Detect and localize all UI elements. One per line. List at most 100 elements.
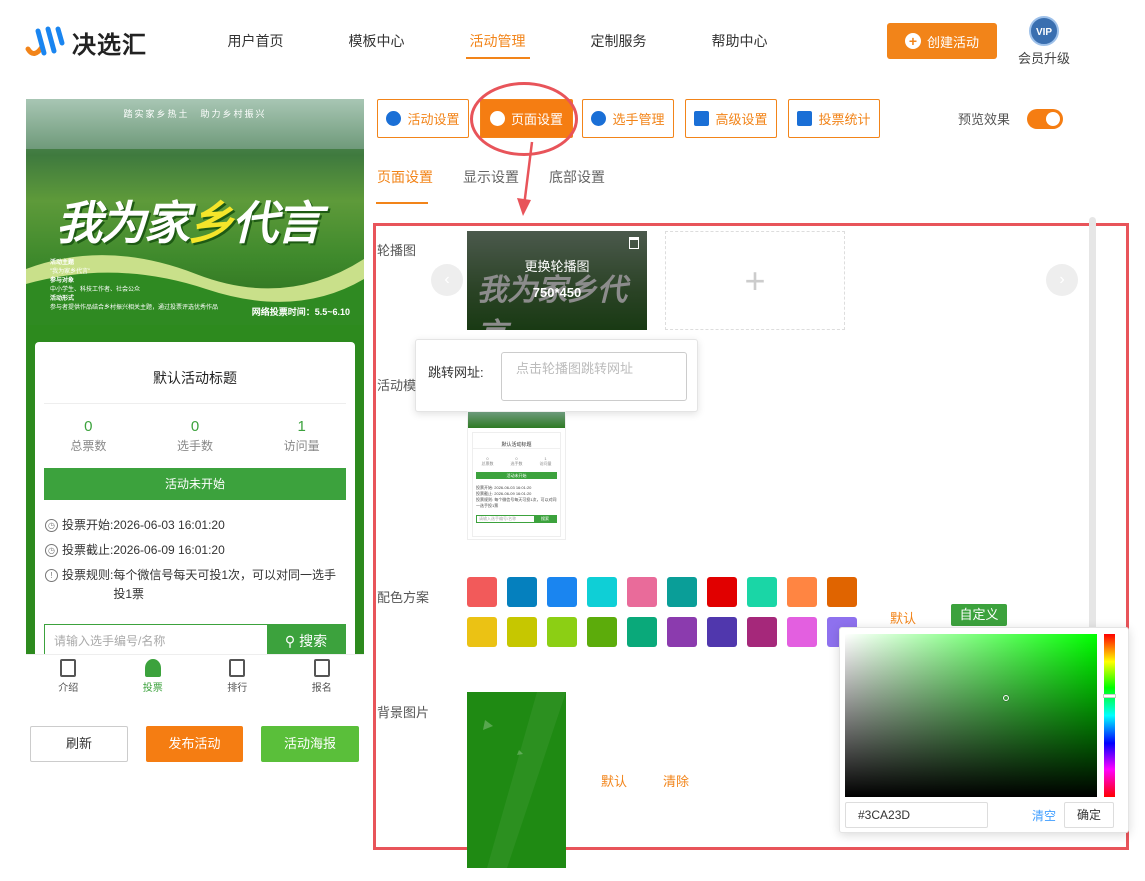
subtab-display-settings[interactable]: 显示设置 bbox=[463, 167, 519, 187]
plus-circle-icon: + bbox=[904, 33, 921, 49]
tab-vote[interactable]: 投票 bbox=[111, 655, 196, 700]
brand-logo[interactable]: 决选汇 bbox=[24, 22, 147, 62]
bar-chart-icon bbox=[229, 659, 246, 677]
carousel-prev-button[interactable]: ‹ bbox=[431, 264, 463, 296]
nav-activity-management[interactable]: 活动管理 bbox=[437, 26, 558, 59]
color-swatch-15[interactable] bbox=[627, 617, 657, 647]
publish-activity-button[interactable]: 发布活动 bbox=[146, 726, 243, 762]
carousel-next-button[interactable]: › bbox=[1046, 264, 1078, 296]
thumb-card: 默认活动标题 0 总票数 0 选手数 1 访问量 活动未开始 投票开始: 2026-0… bbox=[472, 432, 561, 537]
saturation-value-panel[interactable] bbox=[845, 634, 1097, 797]
tab-contestant-management[interactable]: 选手管理 bbox=[582, 99, 674, 138]
picker-clear-button[interactable]: 清空 bbox=[1032, 807, 1056, 824]
carousel-size-text: 750*450 bbox=[532, 285, 582, 300]
background-default-button[interactable]: 默认 bbox=[601, 771, 627, 790]
color-custom-button[interactable]: 自定义 bbox=[951, 604, 1007, 626]
tab-signup[interactable]: 报名 bbox=[280, 655, 365, 700]
change-carousel-text[interactable]: 更换轮播图 bbox=[467, 256, 647, 275]
color-picker: #3CA23D 清空 确定 bbox=[839, 627, 1129, 833]
search-input[interactable]: 请输入选手编号/名称 bbox=[45, 625, 267, 654]
banner-title: 我为家乡代言 bbox=[56, 197, 322, 249]
color-swatch-18[interactable] bbox=[747, 617, 777, 647]
activity-status-button[interactable]: 活动未开始 bbox=[44, 468, 346, 500]
background-image-preview[interactable] bbox=[467, 692, 566, 868]
trash-icon[interactable] bbox=[629, 237, 639, 249]
mobile-tabbar: 介绍 投票 排行 报名 bbox=[26, 654, 364, 700]
thumb-search-placeholder: 请输入选手编号/名称 bbox=[479, 516, 517, 521]
picker-confirm-button[interactable]: 确定 bbox=[1064, 802, 1114, 828]
thumb-stat-contestants: 0 选手数 bbox=[510, 456, 523, 466]
color-swatch-4[interactable] bbox=[587, 577, 617, 607]
activity-poster-button[interactable]: 活动海报 bbox=[261, 726, 359, 762]
hue-thumb[interactable] bbox=[1103, 694, 1116, 698]
create-activity-button[interactable]: + 创建活动 bbox=[887, 23, 997, 59]
color-swatch-9[interactable] bbox=[787, 577, 817, 607]
thumb-vote-info: 投票开始: 2026-06-03 16:01:20 投票截止: 2026-06-… bbox=[476, 485, 557, 509]
template-thumbnail[interactable]: 默认活动标题 0 总票数 0 选手数 1 访问量 活动未开始 投票开始: 2026-0… bbox=[467, 411, 566, 540]
hue-slider[interactable] bbox=[1103, 634, 1116, 797]
color-swatch-17[interactable] bbox=[707, 617, 737, 647]
tab-intro[interactable]: 介绍 bbox=[26, 655, 111, 700]
tab-activity-settings[interactable]: 活动设置 bbox=[377, 99, 469, 138]
nav-help[interactable]: 帮助中心 bbox=[679, 26, 800, 59]
vip-icon: VIP bbox=[1029, 16, 1059, 46]
thumb-status-bar: 活动未开始 bbox=[476, 472, 557, 479]
thumb-stats: 0 总票数 0 选手数 1 访问量 bbox=[473, 456, 560, 467]
banner-vote-time: 网络投票时间：5.5~6.10 bbox=[251, 307, 350, 317]
add-carousel-button[interactable]: + bbox=[665, 231, 845, 330]
color-swatch-8[interactable] bbox=[747, 577, 777, 607]
color-swatch-6[interactable] bbox=[667, 577, 697, 607]
activity-title: 默认活动标题 bbox=[44, 342, 346, 404]
background-image-label: 背景图片 bbox=[377, 705, 430, 720]
color-swatch-1[interactable] bbox=[467, 577, 497, 607]
tab-ranking[interactable]: 排行 bbox=[195, 655, 280, 700]
settings-scrollbar[interactable] bbox=[1089, 217, 1096, 637]
color-swatch-14[interactable] bbox=[587, 617, 617, 647]
tab-advanced-settings[interactable]: 高级设置 bbox=[685, 99, 777, 138]
search-button[interactable]: ⚲ 搜索 bbox=[267, 625, 345, 654]
nav-custom-service[interactable]: 定制服务 bbox=[558, 26, 679, 59]
color-swatch-7[interactable] bbox=[707, 577, 737, 607]
color-default-button[interactable]: 默认 bbox=[890, 608, 916, 627]
hex-input[interactable]: #3CA23D bbox=[845, 802, 988, 828]
vip-upgrade[interactable]: VIP 会员升级 bbox=[1013, 16, 1075, 67]
carousel-image[interactable]: 我为家乡代言 更换轮播图 750*450 bbox=[467, 231, 647, 330]
tab-vote-statistics[interactable]: 投票统计 bbox=[788, 99, 880, 138]
info-icon: ! bbox=[45, 569, 58, 582]
bar-chart-icon bbox=[797, 111, 813, 126]
subtab-footer-settings[interactable]: 底部设置 bbox=[549, 167, 605, 187]
nav-templates[interactable]: 模板中心 bbox=[316, 26, 437, 59]
color-swatch-16[interactable] bbox=[667, 617, 697, 647]
nav-home[interactable]: 用户首页 bbox=[195, 26, 316, 59]
subtab-page-settings[interactable]: 页面设置 bbox=[377, 167, 433, 187]
color-swatch-12[interactable] bbox=[507, 617, 537, 647]
banner-info: 活动主题 "我为家乡代言" 参与对象 中小学生、科技工作者、社会公众 活动形式 … bbox=[50, 260, 219, 311]
color-swatch-11[interactable] bbox=[467, 617, 497, 647]
plus-icon: + bbox=[744, 259, 766, 301]
activity-card: 默认活动标题 0 总票数 0 选手数 1 访问量 活动未开始 ◷ 投票开始: 2026-0… bbox=[35, 342, 355, 654]
preview-toggle[interactable] bbox=[1027, 109, 1063, 129]
color-swatch-13[interactable] bbox=[547, 617, 577, 647]
stat-contestants: 0 选手数 bbox=[177, 418, 214, 453]
color-swatches bbox=[467, 577, 857, 647]
color-swatch-10[interactable] bbox=[827, 577, 857, 607]
color-swatch-5[interactable] bbox=[627, 577, 657, 607]
activity-stats: 0 总票数 0 选手数 1 访问量 bbox=[35, 404, 355, 454]
jump-url-popover: 跳转网址: 点击轮播图跳转网址 bbox=[415, 339, 698, 412]
refresh-button[interactable]: 刷新 bbox=[30, 726, 128, 762]
jump-url-input[interactable]: 点击轮播图跳转网址 bbox=[501, 352, 687, 401]
thumb-stat-total-votes: 0 总票数 bbox=[481, 456, 494, 466]
jump-url-label: 跳转网址: bbox=[428, 365, 484, 380]
color-swatch-3[interactable] bbox=[547, 577, 577, 607]
thumb-search: 请输入选手编号/名称 搜索 bbox=[476, 515, 557, 523]
settings-list-icon bbox=[694, 111, 710, 126]
vote-rule-row: ! 投票规则: 每个微信号每天可投1次，可以对同一选手投1票 bbox=[45, 566, 345, 604]
thumb-stat-visits: 1 访问量 bbox=[539, 456, 552, 466]
subtab-underline bbox=[376, 202, 428, 204]
contestant-search: 请输入选手编号/名称 ⚲ 搜索 bbox=[44, 624, 346, 654]
color-swatch-19[interactable] bbox=[787, 617, 817, 647]
background-clear-button[interactable]: 清除 bbox=[663, 771, 689, 790]
thumb-search-button: 搜索 bbox=[534, 516, 556, 522]
color-swatch-2[interactable] bbox=[507, 577, 537, 607]
sv-cursor[interactable] bbox=[1003, 695, 1009, 701]
